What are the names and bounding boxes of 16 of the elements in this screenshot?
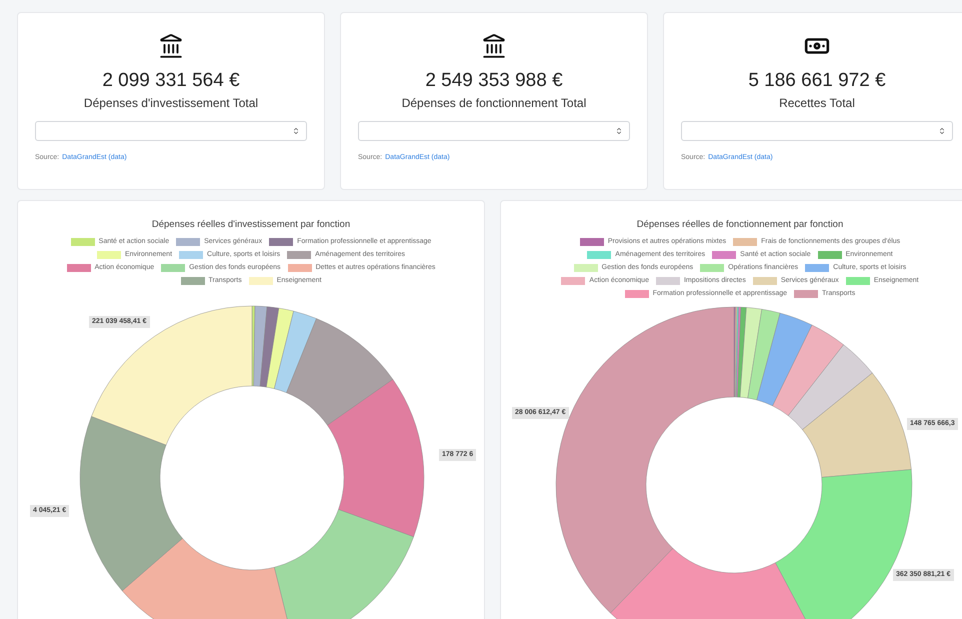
bank-icon (158, 33, 184, 59)
total-amount: 2 549 353 988 € (425, 69, 563, 93)
total-label: Recettes Total (779, 95, 855, 111)
chart-title: Dépenses réelles de fonctionnement par fonction (636, 219, 844, 231)
total-amount: 5 186 661 972 € (748, 69, 886, 93)
caret-icon (615, 127, 623, 135)
chart-title: Dépenses réelles d'investissement par fonction (152, 219, 350, 231)
dropdown-select[interactable] (681, 121, 953, 141)
caret-icon (938, 127, 946, 135)
total-amount: 2 099 331 564 € (102, 69, 240, 93)
dropdown-select[interactable] (35, 121, 307, 141)
total-label: Dépenses d'investissement Total (84, 95, 258, 111)
total-label: Dépenses de fonctionnement Total (402, 95, 586, 111)
dropdown-select[interactable] (358, 121, 630, 141)
bank-icon (481, 33, 507, 59)
caret-icon (292, 127, 300, 135)
